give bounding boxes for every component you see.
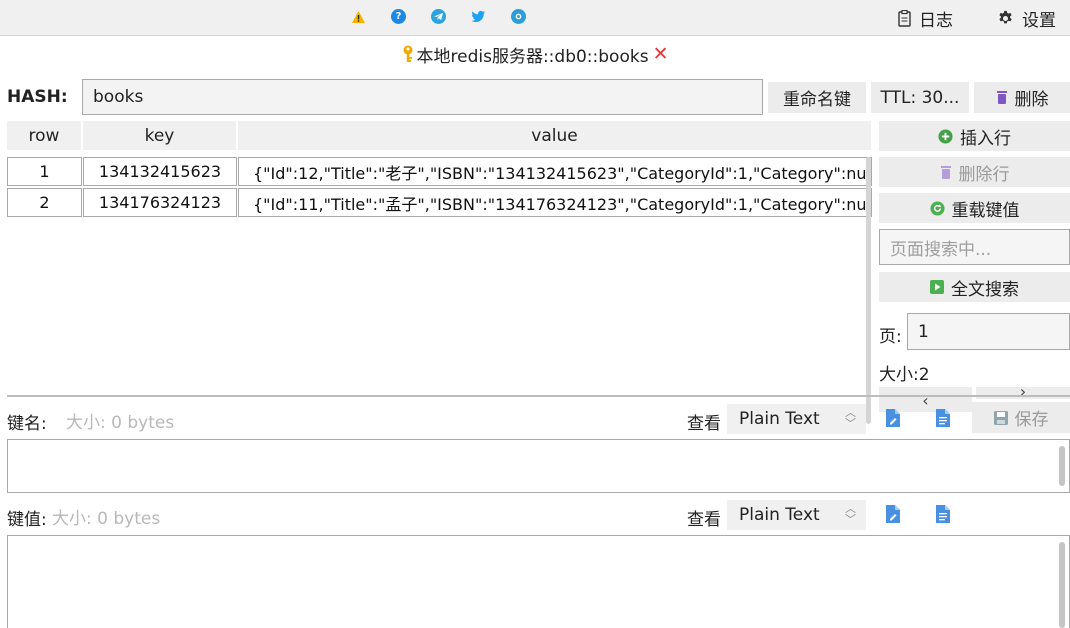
github-icon[interactable] [511,9,526,24]
key-editor-label: 键名: [7,409,47,434]
next-page-button[interactable]: › [976,387,1070,399]
value-format-value: Plain Text [739,505,820,525]
log-label: 日志 [919,10,953,31]
key-editor-scrollbar[interactable] [1059,446,1065,486]
insert-row-button[interactable]: 插入行 [879,121,1070,151]
size-value: 2 [918,365,930,385]
settings-label: 设置 [1022,10,1056,31]
value-size-hint: 大小: 0 bytes [52,509,161,529]
key-size-hint: 大小: 0 bytes [66,413,175,433]
save-icon [993,410,1008,425]
key-name-value: books [93,87,144,107]
key-name-input[interactable]: books [82,79,763,115]
edit-document-icon[interactable] [886,505,900,523]
page-search-input[interactable]: 页面搜索中... [879,229,1070,265]
reload-icon [929,200,945,216]
key-editor-label-text: 键名: [7,414,47,434]
save-button[interactable]: 保存 [972,402,1070,433]
delete-row-label: 删除行 [958,164,1010,185]
table-row-cell-key[interactable]: 134176324123 [83,188,237,217]
twitter-icon[interactable] [471,9,486,24]
help-icon[interactable]: ? [391,9,406,24]
table-row-cell-row[interactable]: 2 [7,188,82,217]
key-icon [403,45,412,62]
rename-key-label: 重命名键 [783,90,851,110]
size-label-text: 大小: [879,365,919,385]
page-number-value: 1 [918,321,929,342]
trash-icon [996,91,1007,104]
value-format-select[interactable]: Plain Text ︿ ﹀ [727,500,866,530]
column-header-row[interactable]: row [7,121,83,150]
insert-row-label: 插入行 [960,128,1011,149]
key-view-label: 查看 [687,414,721,434]
table-row-cell-value[interactable]: {"Id":12,"Title":"老子","ISBN":"1341324156… [238,157,872,186]
table-row-cell-value[interactable]: {"Id":11,"Title":"孟子","ISBN":"1341763241… [238,188,872,217]
delete-key-label: 删除 [1014,90,1049,110]
rename-key-button[interactable]: 重命名键 [768,82,866,113]
plus-circle-icon [938,128,953,144]
key-editor-textarea[interactable] [7,439,1070,493]
panel-splitter[interactable] [7,395,1070,397]
top-toolbar: ? 日志 设置 [0,0,1070,36]
page-search-placeholder: 页面搜索中... [890,239,992,260]
value-view-label: 查看 [687,510,721,530]
value-editor-textarea[interactable] [7,535,1070,628]
value-editor-label: 键值: [7,505,47,530]
key-format-value: Plain Text [739,409,820,429]
log-button[interactable]: 日志 [898,6,953,31]
table-row-cell-key[interactable]: 134132415623 [83,157,237,186]
key-format-select[interactable]: Plain Text ︿ ﹀ [727,404,866,434]
edit-document-icon[interactable] [886,409,900,427]
select-arrows-icon: ︿ ﹀ [845,406,856,430]
reload-value-button[interactable]: 重载键值 [879,193,1070,223]
fulltext-search-label: 全文搜索 [951,279,1019,300]
close-tab-icon[interactable]: ✕ [653,43,669,65]
warning-icon[interactable] [351,9,366,24]
table-row-cell-row[interactable]: 1 [7,157,82,186]
page-label: 页: [879,327,902,347]
document-icon[interactable] [936,409,950,427]
telegram-icon[interactable] [431,9,446,24]
ttl-button[interactable]: TTL: 30... [871,82,969,113]
chevron-left-icon: ‹ [922,391,929,410]
page-number-input[interactable]: 1 [907,313,1070,350]
column-header-key[interactable]: key [83,121,238,150]
fulltext-search-button[interactable]: 全文搜索 [879,272,1070,302]
settings-button[interactable]: 设置 [997,6,1056,31]
gear-icon [999,10,1012,23]
value-editor-label-text: 键值: [7,510,47,530]
clipboard-icon [898,9,911,27]
value-editor-scrollbar[interactable] [1059,542,1065,628]
column-header-value[interactable]: value [238,121,873,150]
document-icon[interactable] [936,505,950,523]
size-label: 大小:2 [879,360,930,385]
tab-title: 本地redis服务器::db0::books [416,46,649,67]
delete-row-button[interactable]: 删除行 [879,157,1070,187]
select-arrows-icon: ︿ ﹀ [845,502,856,526]
save-label: 保存 [1014,410,1049,430]
key-type-label: HASH: [7,87,68,107]
trash-icon [940,165,951,179]
table-scrollbar[interactable] [866,157,871,424]
delete-key-button[interactable]: 删除 [974,82,1070,113]
reload-value-label: 重载键值 [951,200,1020,221]
play-icon [930,280,944,294]
tab-active[interactable]: 本地redis服务器::db0::books ✕ [0,37,1070,71]
ttl-label: TTL: 30... [880,87,960,108]
